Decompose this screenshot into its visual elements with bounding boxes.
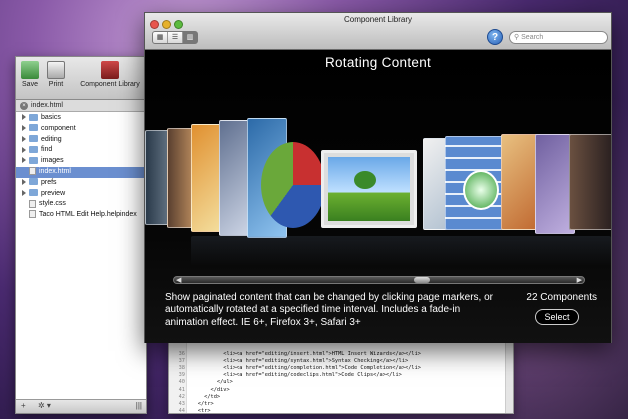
file-tree: basics component editing find images index.ht… bbox=[16, 112, 146, 221]
code-text: </ul> bbox=[185, 379, 233, 386]
code-text: <li><a href="editing/completion.html">Co… bbox=[185, 365, 421, 372]
code-text: <tr> bbox=[185, 407, 211, 414]
view-mode-control[interactable]: ▦ ☰ ▥ bbox=[152, 31, 198, 44]
scrollbar[interactable] bbox=[505, 341, 513, 413]
file-tab-label: index.html bbox=[31, 102, 63, 109]
file-icon bbox=[29, 167, 36, 176]
component-count: 22 Components bbox=[526, 292, 597, 303]
close-tab-icon[interactable]: × bbox=[20, 102, 28, 110]
component-library-label: Component Library bbox=[80, 81, 140, 88]
search-input[interactable]: ⚲ Search bbox=[509, 31, 608, 44]
help-button[interactable]: ? bbox=[487, 29, 503, 45]
folder-icon bbox=[29, 156, 38, 164]
printer-icon bbox=[47, 61, 65, 79]
folder-item[interactable]: component bbox=[16, 124, 146, 135]
folder-icon bbox=[29, 124, 38, 132]
coverflow-scrollbar[interactable]: ◀ ▶ bbox=[173, 276, 585, 284]
code-text: </tr> bbox=[185, 400, 214, 407]
disclosure-triangle-icon[interactable] bbox=[22, 189, 26, 196]
file-label: Taco HTML Edit Help.helpindex bbox=[39, 211, 137, 219]
file-label: find bbox=[41, 146, 53, 154]
file-label: editing bbox=[41, 135, 62, 143]
disclosure-triangle-icon[interactable] bbox=[22, 114, 26, 121]
gear-icon[interactable]: ✲ ▾ bbox=[38, 401, 51, 410]
file-label: basics bbox=[41, 114, 61, 121]
title-bar: Component Library ▦ ☰ ▥ ? ⚲ Search bbox=[145, 13, 611, 50]
folder-icon bbox=[29, 189, 38, 197]
disclosure-triangle-icon bbox=[22, 201, 26, 207]
file-label: style.css bbox=[39, 200, 66, 208]
resize-grip-icon[interactable]: ||| bbox=[136, 401, 142, 410]
tree-icon bbox=[354, 171, 376, 189]
add-icon[interactable]: + bbox=[21, 401, 26, 410]
disclosure-triangle-icon[interactable] bbox=[22, 157, 26, 164]
code-text: <li><a href="editing/syntax.html">Syntax… bbox=[185, 358, 409, 365]
print-button[interactable]: Print bbox=[46, 61, 66, 88]
save-button[interactable]: Save bbox=[20, 61, 40, 88]
file-item[interactable]: Taco HTML Edit Help.helpindex bbox=[16, 210, 146, 221]
coverflow-area: Rotating Content ◀ ▶ Show paginated cont… bbox=[145, 50, 611, 343]
editor-bottom-bar: + ✲ ▾ ||| bbox=[16, 399, 146, 413]
selected-component-thumbnail[interactable] bbox=[321, 150, 417, 228]
disclosure-triangle-icon[interactable] bbox=[22, 178, 26, 185]
component-heading: Rotating Content bbox=[324, 55, 432, 70]
file-item[interactable]: style.css bbox=[16, 199, 146, 210]
disclosure-triangle-icon bbox=[22, 168, 26, 174]
folder-item[interactable]: basics bbox=[16, 113, 146, 124]
disclosure-triangle-icon bbox=[22, 211, 26, 217]
disclosure-triangle-icon[interactable] bbox=[22, 146, 26, 153]
disclosure-triangle-icon[interactable] bbox=[22, 135, 26, 142]
search-icon: ⚲ bbox=[514, 34, 520, 41]
file-label: component bbox=[41, 124, 76, 132]
scroll-left-icon[interactable]: ◀ bbox=[176, 276, 181, 284]
folder-item[interactable]: preview bbox=[16, 189, 146, 200]
grid-view-icon[interactable]: ▦ bbox=[153, 32, 168, 43]
code-text: <li><a href="editing/codeclips.html">Cod… bbox=[185, 372, 402, 379]
folder-icon bbox=[29, 178, 38, 186]
code-editor-window[interactable]: 36 <li><a href="editing/insert.html">HTM… bbox=[168, 340, 514, 414]
disclosure-triangle-icon[interactable] bbox=[22, 124, 26, 131]
file-tab[interactable]: × index.html bbox=[16, 100, 146, 112]
list-view-icon[interactable]: ☰ bbox=[168, 32, 183, 43]
window-title: Component Library bbox=[343, 15, 413, 24]
component-description: Show paginated content that can be chang… bbox=[165, 292, 493, 328]
landscape-image bbox=[328, 157, 410, 221]
code-text: </div> bbox=[185, 386, 230, 393]
line-number: 44 bbox=[178, 407, 185, 414]
download-arrow-thumbnail[interactable] bbox=[463, 170, 499, 210]
coverflow-view-icon[interactable]: ▥ bbox=[183, 32, 197, 43]
code-text: <li><a href="editing/insert.html">HTML I… bbox=[185, 351, 421, 357]
component-library-window: Component Library ▦ ☰ ▥ ? ⚲ Search Rotati… bbox=[144, 12, 612, 343]
folder-item[interactable]: prefs bbox=[16, 178, 146, 189]
code-line[interactable]: 44 <tr> bbox=[169, 407, 211, 415]
file-label: prefs bbox=[41, 178, 57, 186]
component-library-button[interactable]: Component Library bbox=[78, 61, 142, 88]
editor-window: Save Print Component Library × index.html… bbox=[15, 56, 147, 414]
folder-item[interactable]: editing bbox=[16, 135, 146, 146]
editor-toolbar: Save Print Component Library bbox=[16, 57, 146, 100]
save-label: Save bbox=[22, 81, 38, 88]
file-label: index.html bbox=[39, 167, 71, 175]
component-thumbnail[interactable] bbox=[569, 134, 611, 230]
file-icon bbox=[29, 210, 36, 219]
folder-icon bbox=[29, 113, 38, 121]
scrollbar-knob[interactable] bbox=[414, 277, 430, 283]
file-label: images bbox=[41, 157, 64, 165]
pie-chart-thumbnail[interactable] bbox=[261, 142, 325, 228]
folder-icon bbox=[29, 146, 38, 154]
folder-icon bbox=[29, 135, 38, 143]
code-text: </td> bbox=[185, 393, 221, 400]
folder-item[interactable]: find bbox=[16, 145, 146, 156]
select-button[interactable]: Select bbox=[535, 309, 579, 325]
folder-item[interactable]: images bbox=[16, 156, 146, 167]
print-label: Print bbox=[48, 81, 64, 88]
file-label: preview bbox=[41, 189, 66, 197]
scroll-right-icon[interactable]: ▶ bbox=[577, 276, 582, 284]
file-icon bbox=[29, 199, 36, 208]
save-icon bbox=[21, 61, 39, 79]
reflection bbox=[191, 236, 611, 266]
file-item[interactable]: index.html bbox=[16, 166, 146, 178]
books-icon bbox=[101, 61, 119, 79]
search-placeholder: Search bbox=[521, 34, 544, 41]
